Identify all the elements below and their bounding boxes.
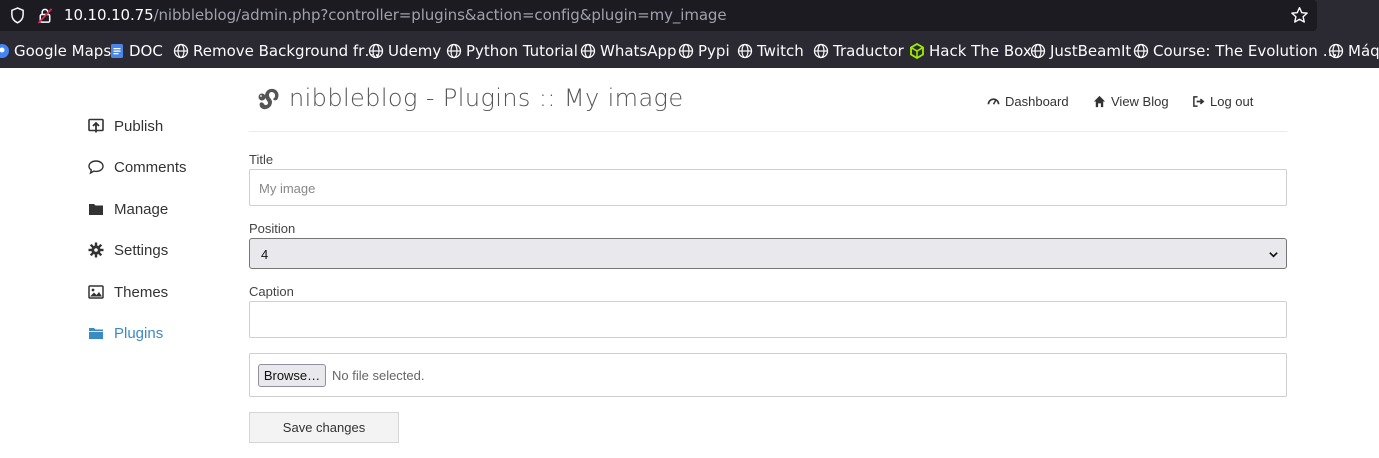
google-maps-icon bbox=[0, 43, 14, 59]
dashboard-link-label: Dashboard bbox=[1005, 93, 1069, 109]
bookmark-item[interactable]: JustBeamIt bbox=[1030, 40, 1131, 62]
title-label: Title bbox=[249, 152, 274, 167]
sidebar-item-plugins[interactable]: Plugins bbox=[88, 321, 163, 345]
page-title: nibbleblog - Plugins :: My image bbox=[289, 84, 684, 112]
folder-open-icon bbox=[88, 325, 114, 341]
url-path: /nibbleblog/admin.php?controller=plugins… bbox=[153, 6, 727, 24]
url-host: 10.10.10.75 bbox=[64, 6, 154, 24]
caption-label: Caption bbox=[249, 284, 294, 299]
position-select-value: 4 bbox=[261, 247, 269, 262]
logout-link[interactable]: Log out bbox=[1192, 92, 1253, 110]
bookmark-item[interactable]: Traductor bbox=[813, 40, 904, 62]
bookmark-item[interactable]: DOC bbox=[109, 40, 163, 62]
file-status-text: No file selected. bbox=[332, 368, 425, 383]
save-changes-button[interactable]: Save changes bbox=[249, 412, 399, 443]
bookmark-star-icon[interactable] bbox=[1290, 6, 1309, 25]
logout-link-label: Log out bbox=[1210, 93, 1254, 109]
bookmark-label: Hack The Box bbox=[929, 42, 1032, 60]
bookmark-label: Google Maps bbox=[14, 42, 112, 60]
home-icon bbox=[1093, 95, 1106, 107]
globe-icon bbox=[813, 43, 833, 59]
title-input[interactable]: My image bbox=[249, 169, 1287, 206]
bookmark-item[interactable]: Google Maps bbox=[0, 40, 111, 62]
bookmark-label: Pypi bbox=[698, 42, 730, 60]
sidebar-item-label: Comments bbox=[114, 158, 187, 176]
bookmark-label: Máqu bbox=[1348, 42, 1379, 60]
chevron-down-icon bbox=[1269, 252, 1278, 258]
caption-input[interactable] bbox=[249, 301, 1287, 338]
sidebar-item-label: Settings bbox=[114, 241, 169, 259]
globe-icon bbox=[580, 43, 600, 59]
bookmark-item[interactable]: Pypi bbox=[678, 40, 730, 62]
dashboard-link[interactable]: Dashboard bbox=[987, 92, 1069, 110]
globe-icon bbox=[1328, 43, 1348, 59]
bookmark-label: Course: The Evolution … bbox=[1153, 42, 1338, 60]
bookmark-item[interactable]: WhatsApp bbox=[580, 40, 677, 62]
bookmark-item[interactable]: Course: The Evolution … bbox=[1133, 40, 1338, 62]
sidebar-item-themes[interactable]: Themes bbox=[88, 280, 168, 304]
globe-icon bbox=[446, 43, 466, 59]
doc-icon bbox=[109, 43, 129, 59]
globe-icon bbox=[173, 43, 193, 59]
bookmark-item[interactable]: Python Tutorial bbox=[446, 40, 578, 62]
sidebar-item-settings[interactable]: Settings bbox=[88, 238, 168, 262]
header-divider bbox=[249, 131, 1287, 132]
sidebar-item-manage[interactable]: Manage bbox=[88, 197, 168, 221]
sidebar-item-comments[interactable]: Comments bbox=[88, 155, 187, 179]
globe-icon bbox=[368, 43, 388, 59]
sidebar-item-label: Themes bbox=[114, 283, 169, 301]
bookmark-label: Traductor bbox=[833, 42, 904, 60]
gear-icon bbox=[88, 242, 114, 258]
image-icon bbox=[88, 284, 114, 300]
sidebar-item-label: Plugins bbox=[114, 324, 164, 342]
globe-icon bbox=[737, 43, 757, 59]
bookmark-item[interactable]: Hack The Box bbox=[909, 40, 1032, 62]
sidebar-item-label: Publish bbox=[114, 117, 164, 135]
bookmark-label: JustBeamIt bbox=[1050, 42, 1132, 60]
insecure-lock-icon[interactable] bbox=[37, 7, 53, 24]
bookmark-label: Python Tutorial bbox=[466, 42, 578, 60]
globe-icon bbox=[1030, 43, 1050, 59]
title-input-placeholder: My image bbox=[259, 181, 316, 196]
globe-icon bbox=[678, 43, 698, 59]
bookmark-item[interactable]: Udemy bbox=[368, 40, 441, 62]
url-text[interactable]: 10.10.10.75/nibbleblog/admin.php?control… bbox=[64, 6, 727, 24]
nibbleblog-logo-icon bbox=[258, 88, 279, 110]
file-upload-field: Browse… No file selected. bbox=[249, 353, 1287, 397]
comment-icon bbox=[88, 159, 114, 175]
sidebar-item-label: Manage bbox=[114, 200, 169, 218]
bookmark-label: WhatsApp bbox=[600, 42, 677, 60]
view-blog-link-label: View Blog bbox=[1111, 93, 1169, 109]
sidebar-item-publish[interactable]: Publish bbox=[88, 114, 163, 138]
shield-icon[interactable] bbox=[10, 7, 25, 24]
bookmark-item[interactable]: Twitch bbox=[737, 40, 804, 62]
bookmark-label: Remove Background fr… bbox=[193, 42, 380, 60]
bookmarks-bar: Google Maps DOC Remove Background fr… Udemy… bbox=[0, 38, 1379, 64]
position-select[interactable]: 4 bbox=[249, 238, 1287, 269]
globe-icon bbox=[1133, 43, 1153, 59]
browse-button[interactable]: Browse… bbox=[258, 364, 326, 387]
position-label: Position bbox=[249, 221, 296, 236]
view-blog-link[interactable]: View Blog bbox=[1093, 92, 1169, 110]
bookmark-label: Twitch bbox=[757, 42, 804, 60]
publish-icon bbox=[88, 118, 114, 134]
logout-icon bbox=[1193, 95, 1205, 107]
url-bar[interactable]: 10.10.10.75/nibbleblog/admin.php?control… bbox=[0, 0, 1317, 31]
dashboard-icon bbox=[987, 97, 1000, 105]
bookmark-item[interactable]: Remove Background fr… bbox=[173, 40, 379, 62]
bookmark-label: Udemy bbox=[388, 42, 442, 60]
folder-icon bbox=[88, 201, 114, 217]
hackthebox-icon bbox=[909, 43, 929, 59]
bookmark-label: DOC bbox=[129, 42, 163, 60]
bookmark-item[interactable]: Máqu bbox=[1328, 40, 1379, 62]
